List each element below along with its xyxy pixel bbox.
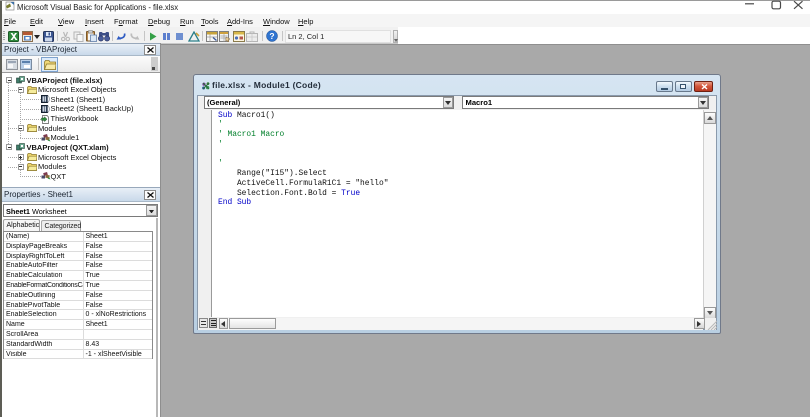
svg-text:?: ?	[269, 31, 274, 41]
